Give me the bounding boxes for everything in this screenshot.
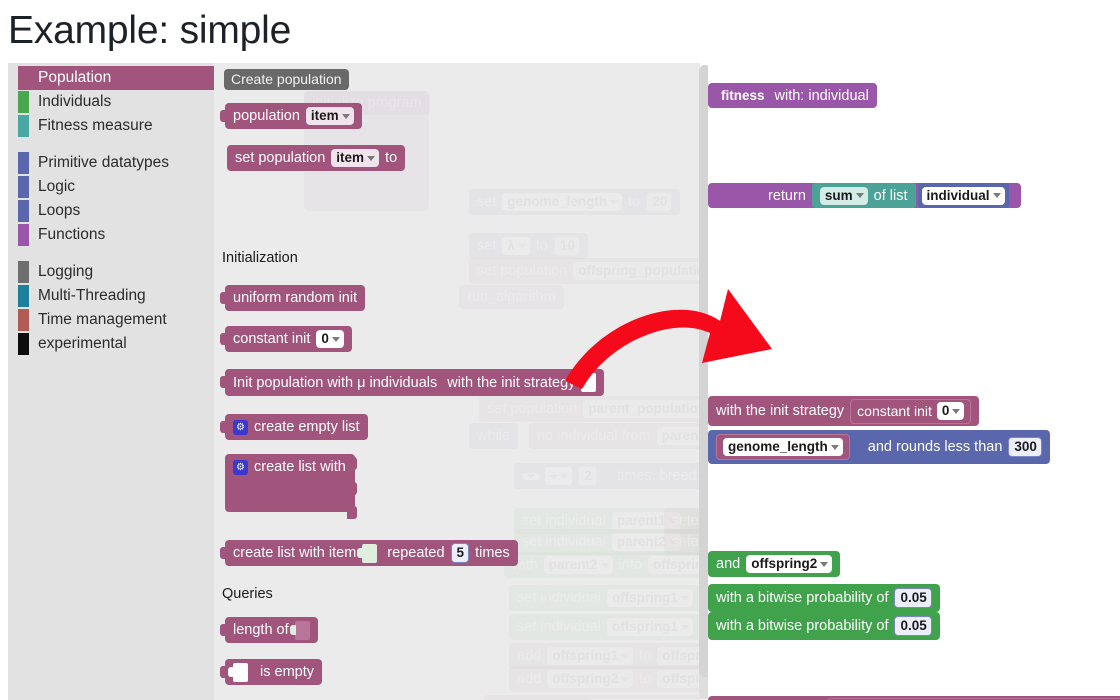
palette-block-uniform-random-init[interactable]: uniform random init: [219, 285, 366, 311]
dropdown-field[interactable]: 0: [316, 330, 344, 348]
category-label: Logging: [38, 263, 94, 280]
value-socket[interactable]: [357, 543, 378, 563]
toolbox-category-logging[interactable]: Logging: [8, 260, 214, 284]
number-field[interactable]: 5: [450, 543, 470, 563]
tooltip-create-population: Create population: [224, 69, 349, 90]
gear-icon[interactable]: ⚙: [233, 459, 248, 475]
dropdown-field[interactable]: individual: [921, 186, 1005, 205]
category-color-swatch: [18, 152, 29, 174]
category-color-swatch: [18, 176, 29, 198]
category-label: Primitive datatypes: [38, 154, 169, 171]
workspace-individual-variable-block[interactable]: individual: [917, 183, 1009, 208]
page-title: Example: simple: [8, 9, 292, 52]
category-color-swatch: [18, 309, 29, 331]
value-socket[interactable]: [289, 620, 310, 640]
workspace-return-row[interactable]: return sum of list individual: [708, 183, 1021, 208]
workspace-breed-row[interactable]: and offspring2: [708, 551, 841, 577]
category-label: Logic: [38, 178, 76, 195]
blockly-ide: Population Individuals Fitness measure P…: [8, 63, 1120, 700]
workspace-sum-of-list-block[interactable]: sum of list: [811, 183, 916, 208]
category-color-swatch: [18, 200, 29, 222]
list-socket-1[interactable]: [347, 457, 357, 470]
category-label: Loops: [38, 202, 81, 219]
flyout-group-label-initialization: Initialization: [222, 250, 298, 266]
toolbox-category-population[interactable]: Population: [18, 66, 214, 90]
function-name-field[interactable]: fitness: [716, 86, 769, 105]
dropdown-field[interactable]: 0: [936, 402, 965, 420]
workspace-while-condition-row[interactable]: genome_length and rounds less than 300: [708, 430, 1050, 464]
category-color-swatch: [18, 115, 29, 137]
palette-block-constant-init[interactable]: constant init 0: [220, 326, 352, 352]
palette-block-is-empty[interactable]: is empty: [220, 659, 322, 685]
category-label: Individuals: [38, 93, 112, 110]
toolbox-sidebar: Population Individuals Fitness measure P…: [8, 63, 214, 700]
toolbox-category-experimental[interactable]: experimental: [8, 332, 214, 356]
palette-block-length-of[interactable]: length of: [220, 617, 318, 643]
workspace-generate-population-row[interactable]: fitness from merge parent_population wit…: [708, 696, 1120, 700]
category-label: Population: [38, 69, 112, 86]
category-color-swatch: [18, 261, 29, 283]
dropdown-field[interactable]: item: [331, 149, 380, 167]
category-label: Fitness measure: [38, 117, 153, 134]
category-label: Functions: [38, 226, 106, 243]
toolbox-category-time-management[interactable]: Time management: [8, 308, 214, 332]
toolbox-category-loops[interactable]: Loops: [8, 199, 214, 223]
red-annotation-arrow: [565, 289, 772, 389]
workspace-mutate-row-1[interactable]: with a bitwise probability of 0.05: [708, 584, 940, 612]
dropdown-field[interactable]: item: [305, 107, 354, 125]
value-socket[interactable]: [228, 662, 248, 682]
toolbox-category-fitness-measure[interactable]: Fitness measure: [8, 114, 214, 138]
category-color-swatch: [18, 333, 29, 355]
toolbox-category-multi-threading[interactable]: Multi-Threading: [8, 284, 214, 308]
category-color-swatch: [18, 224, 29, 246]
number-field[interactable]: 300: [1008, 437, 1042, 457]
toolbox-category-primitive-datatypes[interactable]: Primitive datatypes: [8, 151, 214, 175]
gear-icon[interactable]: ⚙: [233, 419, 248, 435]
toolbox-category-logic[interactable]: Logic: [8, 175, 214, 199]
toolbox-category-functions[interactable]: Functions: [8, 223, 214, 247]
palette-block-create-list-with-label: ⚙ create list with: [225, 454, 354, 480]
workspace-init-strategy-row[interactable]: with the init strategy constant init 0: [708, 396, 980, 426]
category-color-swatch: [18, 285, 29, 307]
category-label: Time management: [38, 311, 167, 328]
workspace-mutate-row-2[interactable]: with a bitwise probability of 0.05: [708, 612, 940, 640]
list-socket-2[interactable]: [347, 482, 357, 495]
workspace-constant-init-block[interactable]: constant init 0: [850, 398, 972, 424]
palette-block-create-list-repeated[interactable]: create list with item repeated 5 times: [220, 540, 518, 566]
number-field[interactable]: 0.05: [894, 616, 932, 636]
palette-block-init-population[interactable]: Init population with μ individuals with …: [219, 369, 605, 396]
number-field[interactable]: 0.05: [894, 588, 932, 608]
dropdown-field[interactable]: sum: [819, 186, 868, 205]
list-socket-3[interactable]: [347, 506, 357, 519]
workspace-fitness-function-header[interactable]: fitness with: individual: [708, 83, 877, 108]
category-separator: [8, 247, 214, 260]
flyout-group-label-queries: Queries: [222, 586, 273, 602]
category-label: Multi-Threading: [38, 287, 146, 304]
dropdown-field[interactable]: offspring2: [746, 555, 833, 573]
palette-block-create-empty-list[interactable]: ⚙ create empty list: [220, 414, 368, 440]
category-label: experimental: [38, 335, 127, 352]
workspace-threshold-variable-block[interactable]: genome_length: [716, 434, 850, 460]
palette-block-set-population-item[interactable]: set population item to: [227, 145, 406, 171]
category-color-swatch: [18, 91, 29, 113]
category-separator: [8, 138, 214, 151]
palette-block-population-item[interactable]: population item: [220, 103, 362, 129]
dropdown-field[interactable]: genome_length: [723, 438, 843, 456]
toolbox-category-individuals[interactable]: Individuals: [8, 90, 214, 114]
